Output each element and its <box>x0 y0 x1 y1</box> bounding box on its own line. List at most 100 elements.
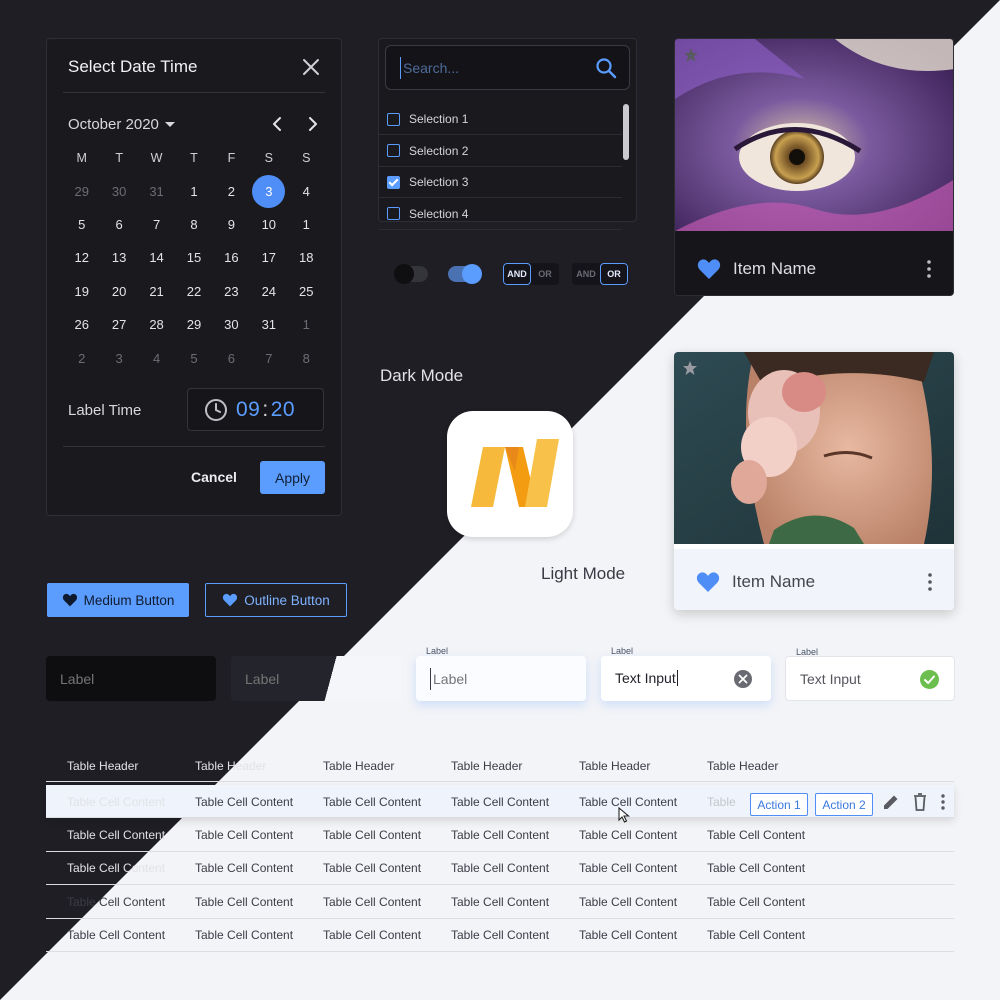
table-row[interactable]: Table Cell Content Table Cell Content Tabl… <box>46 885 954 919</box>
calendar-day[interactable]: 24 <box>250 275 287 308</box>
calendar-day[interactable]: 29 <box>175 308 212 341</box>
table-row[interactable]: Table Cell Content Table Cell Content Tabl… <box>46 852 954 886</box>
or-option[interactable]: OR <box>600 263 628 285</box>
calendar-day[interactable]: 20 <box>100 275 137 308</box>
calendar-day[interactable]: 3 <box>100 341 137 374</box>
table-header-cell[interactable]: Table Header <box>579 749 650 782</box>
calendar-day[interactable]: 29 <box>63 174 100 207</box>
table-header-cell[interactable]: Table Header <box>451 749 522 782</box>
calendar-day[interactable]: 5 <box>175 341 212 374</box>
calendar-day[interactable]: 28 <box>138 308 175 341</box>
search-field[interactable] <box>385 45 630 90</box>
select-option[interactable]: Selection 4 <box>379 199 622 230</box>
text-field[interactable] <box>46 656 216 701</box>
heart-icon[interactable] <box>696 571 720 593</box>
text-field[interactable] <box>231 656 401 701</box>
star-icon[interactable] <box>682 360 698 376</box>
table-row[interactable]: Table Cell Content Table Cell Content Tabl… <box>46 919 954 952</box>
chevron-left-icon[interactable] <box>269 115 287 133</box>
clear-icon[interactable] <box>734 670 752 688</box>
calendar-day[interactable]: 2 <box>63 341 100 374</box>
select-option[interactable]: Selection 3 <box>379 167 622 198</box>
calendar-day[interactable]: 16 <box>213 241 250 274</box>
calendar-day[interactable]: 14 <box>138 241 175 274</box>
and-or-selector[interactable]: AND OR <box>503 263 559 285</box>
image-card-light[interactable]: Item Name <box>674 352 954 610</box>
calendar-day[interactable]: 7 <box>138 208 175 241</box>
text-field-filled[interactable]: Label Text Input <box>601 646 771 701</box>
calendar-day[interactable]: 13 <box>100 241 137 274</box>
calendar-day[interactable]: 10 <box>250 208 287 241</box>
and-option[interactable]: AND <box>503 263 531 285</box>
text-input-value[interactable]: Text Input <box>800 671 861 687</box>
or-option[interactable]: OR <box>531 263 559 285</box>
more-vertical-icon[interactable] <box>941 794 945 810</box>
text-field-valid[interactable]: Label Text Input <box>785 647 955 701</box>
table-header-cell[interactable]: Table Header <box>195 749 266 782</box>
text-input[interactable] <box>430 668 540 690</box>
calendar-day[interactable]: 2 <box>213 174 250 207</box>
text-input[interactable] <box>245 668 355 690</box>
checkbox[interactable] <box>387 112 400 126</box>
calendar-day-selected[interactable]: 3 <box>250 174 287 208</box>
close-icon[interactable] <box>301 57 321 77</box>
action-1-button[interactable]: Action 1 <box>750 793 808 816</box>
calendar-day[interactable]: 23 <box>213 275 250 308</box>
checkbox[interactable] <box>387 144 400 157</box>
heart-icon[interactable] <box>697 258 721 280</box>
calendar-day[interactable]: 5 <box>63 208 100 241</box>
calendar-day[interactable]: 17 <box>250 241 287 274</box>
calendar-day[interactable]: 21 <box>138 275 175 308</box>
checkbox-checked[interactable] <box>387 175 400 189</box>
and-option[interactable]: AND <box>572 263 600 285</box>
calendar-day[interactable]: 8 <box>288 341 325 374</box>
calendar-day[interactable]: 22 <box>175 275 212 308</box>
calendar-day[interactable]: 1 <box>175 174 212 207</box>
table-row[interactable]: Table Cell Content Table Cell Content Tabl… <box>46 818 954 852</box>
action-2-button[interactable]: Action 2 <box>815 793 873 816</box>
trash-icon[interactable] <box>913 793 927 811</box>
calendar-day[interactable]: 6 <box>100 208 137 241</box>
cancel-button[interactable]: Cancel <box>191 469 237 485</box>
select-option[interactable]: Selection 2 <box>379 136 622 167</box>
star-icon[interactable] <box>683 47 699 63</box>
calendar-day[interactable]: 30 <box>100 174 137 207</box>
toggle-switch-off[interactable] <box>394 264 428 284</box>
outline-button[interactable]: Outline Button <box>205 583 347 617</box>
text-field-focused[interactable]: Label <box>416 646 586 701</box>
time-input[interactable]: 09:20 <box>187 388 324 431</box>
image-card-dark[interactable]: Item Name <box>674 38 954 296</box>
calendar-day[interactable]: 1 <box>288 308 325 341</box>
calendar-day[interactable]: 1 <box>288 208 325 241</box>
search-icon[interactable] <box>595 57 617 79</box>
select-option[interactable]: Selection 1 <box>379 104 622 135</box>
calendar-day[interactable]: 4 <box>288 174 325 207</box>
time-minutes[interactable]: 20 <box>271 398 295 421</box>
calendar-day[interactable]: 8 <box>175 208 212 241</box>
calendar-day[interactable]: 30 <box>213 308 250 341</box>
checkbox[interactable] <box>387 207 400 220</box>
calendar-day[interactable]: 26 <box>63 308 100 341</box>
table-header-cell[interactable]: Table Header <box>707 749 778 782</box>
calendar-day[interactable]: 31 <box>138 174 175 207</box>
chevron-right-icon[interactable] <box>303 115 321 133</box>
calendar-day[interactable]: 15 <box>175 241 212 274</box>
and-or-selector[interactable]: AND OR <box>572 263 628 285</box>
calendar-day[interactable]: 9 <box>213 208 250 241</box>
text-input-value[interactable]: Text Input <box>615 670 678 686</box>
table-header-cell[interactable]: Table Header <box>67 749 138 782</box>
month-selector[interactable]: October 2020 <box>68 116 175 133</box>
medium-button[interactable]: Medium Button <box>47 583 189 617</box>
calendar-day[interactable]: 31 <box>250 308 287 341</box>
calendar-day[interactable]: 4 <box>138 341 175 374</box>
time-hours[interactable]: 09 <box>236 398 260 421</box>
calendar-day[interactable]: 19 <box>63 275 100 308</box>
more-vertical-icon[interactable] <box>928 573 932 591</box>
calendar-day[interactable]: 6 <box>213 341 250 374</box>
text-input[interactable] <box>60 668 170 690</box>
table-header-cell[interactable]: Table Header <box>323 749 394 782</box>
calendar-day[interactable]: 27 <box>100 308 137 341</box>
toggle-switch-on[interactable] <box>448 264 482 284</box>
calendar-day[interactable]: 18 <box>288 241 325 274</box>
calendar-day[interactable]: 12 <box>63 241 100 274</box>
